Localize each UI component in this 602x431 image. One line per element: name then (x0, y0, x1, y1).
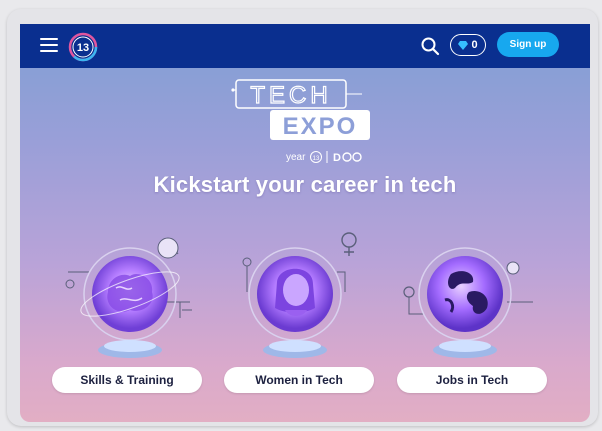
logo-expo-text: EXPO (283, 113, 358, 140)
search-icon[interactable] (420, 36, 440, 56)
women-in-tech-button[interactable]: Women in Tech (224, 367, 374, 393)
gem-count: 0 (471, 39, 478, 51)
brain-orb-icon[interactable] (60, 222, 200, 362)
skills-training-button[interactable]: Skills & Training (52, 367, 202, 393)
logo-year-number: 13 (313, 156, 320, 162)
logo-dso-text: D (333, 152, 341, 164)
hamburger-menu-icon[interactable] (40, 38, 58, 52)
woman-orb-icon[interactable] (225, 222, 365, 362)
logo-number: 13 (77, 42, 89, 54)
hero-heading: Kickstart your career in tech (153, 172, 457, 197)
logo-year-text: year (286, 152, 306, 163)
sign-up-button[interactable]: Sign up (497, 32, 559, 57)
tech-expo-logo: TECH EXPO year 13 D (231, 79, 370, 164)
gem-counter[interactable]: 0 (450, 34, 486, 56)
app-screen: 13 0 Sign up TECH EXPO year 13 D Kicksta… (20, 24, 590, 422)
globe-orb-icon[interactable] (395, 222, 535, 362)
jobs-in-tech-button[interactable]: Jobs in Tech (397, 367, 547, 393)
top-navigation-bar: 13 0 Sign up (20, 24, 590, 68)
logo-tech-text: TECH (250, 82, 331, 109)
diamond-icon (458, 40, 469, 50)
year13-logo-icon[interactable]: 13 (68, 32, 98, 62)
